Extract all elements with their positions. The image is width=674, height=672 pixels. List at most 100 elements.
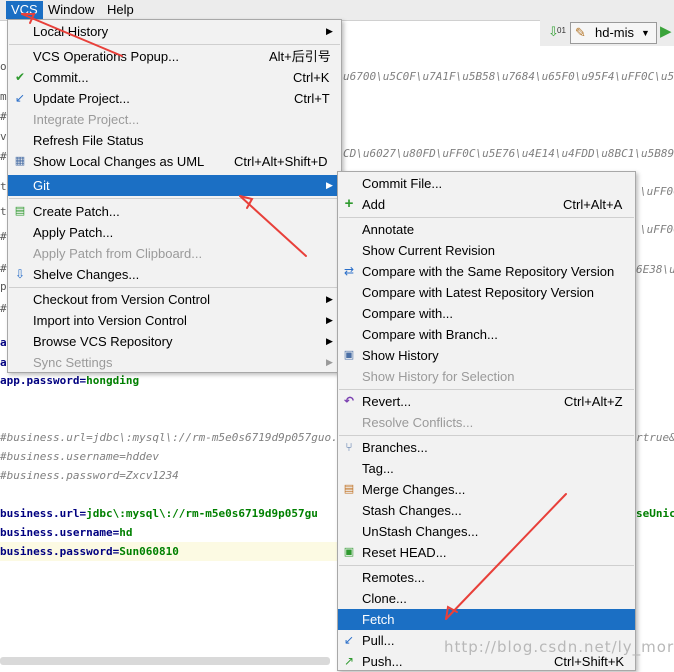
menu-item-label: VCS Operations Popup... [33, 49, 179, 64]
branch-icon: ⑂ [345, 440, 353, 454]
menu-item-show-current-revision[interactable]: Show Current Revision [338, 240, 635, 261]
menu-item-label: Fetch [362, 612, 395, 627]
menu-window[interactable]: Window [43, 1, 99, 19]
menu-item-refresh-file-status[interactable]: Refresh File Status [8, 130, 341, 151]
menu-item-label: Integrate Project... [33, 112, 140, 127]
menu-item-reset-head[interactable]: ▣ Reset HEAD... [338, 542, 635, 563]
menu-item-add[interactable]: + Add Ctrl+Alt+A [338, 194, 635, 215]
menu-item-compare-with-branch[interactable]: Compare with Branch... [338, 324, 635, 345]
menu-item-commit-file[interactable]: Commit File... [338, 173, 635, 194]
menu-item-merge-changes[interactable]: ▤ Merge Changes... [338, 479, 635, 500]
menu-item-label: Refresh File Status [33, 133, 144, 148]
menu-item-label: Checkout from Version Control [33, 292, 211, 307]
menu-item-label: Add [362, 197, 386, 212]
property-key: business.password= [0, 545, 120, 558]
chevron-right-icon: ▶ [326, 315, 333, 325]
menu-item-label: Revert... [362, 394, 412, 409]
property-value: hongding [86, 374, 140, 387]
menu-item-apply-patch[interactable]: Apply Patch... [8, 222, 341, 243]
reset-head-icon: ▣ [343, 546, 355, 558]
menu-item-browse-vcs-repository[interactable]: Browse VCS Repository ▶ [8, 331, 341, 352]
chevron-right-icon: ▶ [326, 357, 333, 367]
compare-icon: ⇄ [343, 264, 355, 278]
menu-item-unstash-changes[interactable]: UnStash Changes... [338, 521, 635, 542]
code-line: business.username=hd [0, 523, 132, 542]
vcs-menu: Local History ▶ VCS Operations Popup... … [7, 19, 342, 373]
menu-item-annotate[interactable]: Annotate [338, 219, 635, 240]
menu-item-label: Pull... [362, 633, 395, 648]
menu-item-label: Compare with the Same Repository Version [362, 264, 615, 279]
menu-item-label: Apply Patch from Clipboard... [33, 246, 203, 261]
menu-item-git[interactable]: Git ▶ [8, 175, 341, 196]
menu-item-compare-same-repo[interactable]: ⇄ Compare with the Same Repository Versi… [338, 261, 635, 282]
menu-item-label: Local History [33, 24, 109, 39]
menu-item-checkout-vcs[interactable]: Checkout from Version Control ▶ [8, 289, 341, 310]
menu-item-label: Compare with Latest Repository Version [362, 285, 594, 300]
push-icon: ↗ [343, 654, 355, 668]
menu-item-integrate-project: Integrate Project... [8, 109, 341, 130]
run-config-select[interactable]: ✎ hd-mis ▼ [570, 22, 657, 44]
menu-item-label: Merge Changes... [362, 482, 466, 497]
merge-icon: ▤ [343, 483, 355, 495]
menu-item-import-vcs[interactable]: Import into Version Control ▶ [8, 310, 341, 331]
menu-item-local-history[interactable]: Local History ▶ [8, 21, 341, 42]
menu-item-show-history[interactable]: ▣ Show History [338, 345, 635, 366]
menu-item-shelve-changes[interactable]: ⇩ Shelve Changes... [8, 264, 341, 285]
menu-item-label: Show History [362, 348, 439, 363]
menu-bar: VCS Window Help [0, 0, 674, 21]
menu-item-label: Push... [362, 654, 403, 669]
menu-item-stash-changes[interactable]: Stash Changes... [338, 500, 635, 521]
menu-item-shortcut: Ctrl+T [294, 91, 330, 106]
menu-item-revert[interactable]: ↶ Revert... Ctrl+Alt+Z [338, 391, 635, 412]
code-line: #business.password=Zxcv1234 [0, 469, 179, 482]
history-icon: ▣ [343, 349, 355, 361]
commit-icon: ✔ [14, 70, 26, 84]
chevron-right-icon: ▶ [326, 294, 333, 304]
horizontal-scrollbar[interactable] [0, 657, 330, 665]
menu-item-vcs-operations-popup[interactable]: VCS Operations Popup... Alt+后引号 [8, 46, 341, 67]
code-line: #business.username=hddev [0, 450, 159, 463]
code-fragment: seUnic [636, 504, 674, 523]
create-patch-icon: ▤ [14, 205, 26, 217]
property-key: business.url= [0, 507, 87, 520]
menu-vcs[interactable]: VCS [6, 1, 43, 19]
menu-separator [339, 565, 634, 566]
menu-item-shortcut: Ctrl+Alt+Shift+D [234, 154, 328, 169]
run-config-label: hd-mis [595, 25, 635, 40]
code-fragment: \uFF0C [640, 185, 674, 198]
shelve-icon: ⇩ [14, 267, 26, 281]
menu-item-tag[interactable]: Tag... [338, 458, 635, 479]
menu-item-shortcut: Ctrl+Alt+Z [564, 394, 623, 409]
menu-item-shortcut: Ctrl+K [293, 70, 330, 85]
menu-item-commit[interactable]: ✔ Commit... Ctrl+K [8, 67, 341, 88]
menu-item-show-local-changes-uml[interactable]: ▦ Show Local Changes as UML Ctrl+Alt+Shi… [8, 151, 341, 172]
menu-item-compare-latest-repo[interactable]: Compare with Latest Repository Version [338, 282, 635, 303]
watermark: http://blog.csdn.net/ly_moran [444, 638, 674, 656]
menu-item-label: Commit... [33, 70, 89, 85]
menu-item-branches[interactable]: ⑂ Branches... [338, 437, 635, 458]
menu-separator [339, 389, 634, 390]
menu-item-clone[interactable]: Clone... [338, 588, 635, 609]
menu-item-label: Sync Settings [33, 355, 113, 370]
add-icon: + [344, 195, 354, 212]
menu-item-fetch[interactable]: Fetch [338, 609, 635, 630]
uml-icon: ▦ [14, 155, 26, 167]
menu-item-create-patch[interactable]: ▤ Create Patch... [8, 201, 341, 222]
property-value: seUnic [636, 507, 674, 520]
menu-separator [339, 217, 634, 218]
property-key: app.password= [0, 374, 87, 387]
run-icon[interactable]: ▶ [660, 22, 672, 40]
menu-item-compare-with[interactable]: Compare with... [338, 303, 635, 324]
menu-item-update-project[interactable]: ↙ Update Project... Ctrl+T [8, 88, 341, 109]
toolbar: ⇩ 01 ✎ hd-mis ▼ ▶ [540, 20, 674, 46]
menu-separator [9, 287, 340, 288]
menu-item-label: Tag... [362, 461, 394, 476]
menu-item-label: Commit File... [362, 176, 443, 191]
chevron-right-icon: ▶ [326, 26, 333, 36]
binary-icon[interactable]: 01 [557, 26, 566, 35]
menu-help[interactable]: Help [102, 1, 139, 19]
menu-separator [9, 44, 340, 45]
update-project-icon: ↙ [14, 91, 26, 105]
menu-item-label: Compare with... [362, 306, 454, 321]
menu-item-remotes[interactable]: Remotes... [338, 567, 635, 588]
